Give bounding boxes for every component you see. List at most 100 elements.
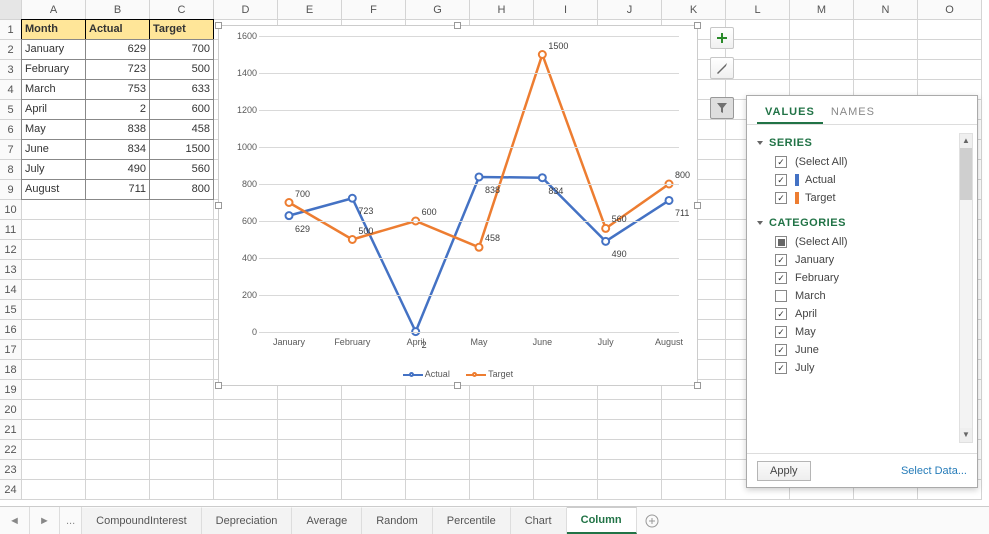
cell[interactable] bbox=[790, 40, 854, 60]
cell[interactable]: Actual bbox=[85, 19, 150, 40]
cell[interactable] bbox=[726, 60, 790, 80]
resize-handle[interactable] bbox=[215, 202, 222, 209]
cell[interactable] bbox=[150, 480, 214, 500]
row-header[interactable]: 22 bbox=[0, 440, 22, 460]
cell[interactable] bbox=[150, 240, 214, 260]
cell[interactable] bbox=[278, 420, 342, 440]
series-item[interactable]: Target bbox=[755, 189, 977, 207]
cell[interactable] bbox=[150, 260, 214, 280]
cell[interactable] bbox=[86, 320, 150, 340]
scroll-down[interactable]: ▼ bbox=[960, 428, 972, 442]
cell[interactable] bbox=[150, 380, 214, 400]
chart-elements-button[interactable] bbox=[710, 27, 734, 49]
cell[interactable] bbox=[214, 400, 278, 420]
cell[interactable] bbox=[86, 340, 150, 360]
categories-section-title[interactable]: CATEGORIES bbox=[755, 213, 977, 233]
sheet-nav-next[interactable]: ► bbox=[30, 507, 60, 534]
column-header[interactable]: N bbox=[854, 0, 918, 20]
cell[interactable] bbox=[726, 40, 790, 60]
cell[interactable] bbox=[22, 380, 86, 400]
column-header[interactable]: H bbox=[470, 0, 534, 20]
series-select-all[interactable]: (Select All) bbox=[755, 153, 977, 171]
row-header[interactable]: 12 bbox=[0, 240, 22, 260]
row-header[interactable]: 3 bbox=[0, 60, 22, 80]
cell[interactable] bbox=[918, 20, 982, 40]
cell[interactable] bbox=[22, 480, 86, 500]
cell[interactable] bbox=[470, 480, 534, 500]
chart-styles-button[interactable] bbox=[710, 57, 734, 79]
add-sheet-button[interactable] bbox=[637, 507, 667, 534]
column-header[interactable]: O bbox=[918, 0, 982, 20]
resize-handle[interactable] bbox=[694, 202, 701, 209]
category-item[interactable]: June bbox=[755, 341, 977, 359]
sheet-tab[interactable]: Percentile bbox=[433, 507, 511, 534]
cell[interactable]: 800 bbox=[149, 179, 214, 200]
row-header[interactable]: 9 bbox=[0, 180, 22, 200]
cell[interactable]: 753 bbox=[85, 79, 150, 100]
cell[interactable]: Month bbox=[21, 19, 86, 40]
cell[interactable]: August bbox=[21, 179, 86, 200]
cell[interactable] bbox=[150, 360, 214, 380]
row-header[interactable]: 17 bbox=[0, 340, 22, 360]
category-item[interactable]: July bbox=[755, 359, 977, 377]
column-header[interactable]: M bbox=[790, 0, 854, 20]
column-header[interactable]: C bbox=[150, 0, 214, 20]
cell[interactable]: Target bbox=[149, 19, 214, 40]
tab-values[interactable]: VALUES bbox=[757, 102, 823, 124]
row-header[interactable]: 15 bbox=[0, 300, 22, 320]
cell[interactable] bbox=[86, 220, 150, 240]
cell[interactable] bbox=[22, 240, 86, 260]
cell[interactable] bbox=[214, 460, 278, 480]
row-header[interactable]: 18 bbox=[0, 360, 22, 380]
cell[interactable] bbox=[918, 60, 982, 80]
row-header[interactable]: 7 bbox=[0, 140, 22, 160]
column-header[interactable]: F bbox=[342, 0, 406, 20]
cell[interactable] bbox=[534, 400, 598, 420]
cell[interactable] bbox=[342, 400, 406, 420]
category-item[interactable]: (Select All) bbox=[755, 233, 977, 251]
cell[interactable] bbox=[854, 40, 918, 60]
resize-handle[interactable] bbox=[215, 22, 222, 29]
cell[interactable] bbox=[662, 420, 726, 440]
cell[interactable] bbox=[342, 440, 406, 460]
cell[interactable]: 711 bbox=[85, 179, 150, 200]
cell[interactable] bbox=[86, 480, 150, 500]
scroll-thumb[interactable] bbox=[960, 148, 972, 200]
cell[interactable]: 838 bbox=[85, 119, 150, 140]
row-header[interactable]: 13 bbox=[0, 260, 22, 280]
scrollbar[interactable]: ▲ ▼ bbox=[959, 133, 973, 443]
sheet-tab[interactable]: Depreciation bbox=[202, 507, 293, 534]
cell[interactable] bbox=[22, 400, 86, 420]
cell[interactable]: 723 bbox=[85, 59, 150, 80]
column-header[interactable]: D bbox=[214, 0, 278, 20]
resize-handle[interactable] bbox=[454, 382, 461, 389]
cell[interactable] bbox=[86, 460, 150, 480]
cell[interactable] bbox=[22, 220, 86, 240]
column-header[interactable]: K bbox=[662, 0, 726, 20]
cell[interactable] bbox=[918, 40, 982, 60]
cell[interactable] bbox=[278, 440, 342, 460]
row-header[interactable]: 11 bbox=[0, 220, 22, 240]
cell[interactable]: July bbox=[21, 159, 86, 180]
row-header[interactable]: 19 bbox=[0, 380, 22, 400]
cell[interactable] bbox=[150, 400, 214, 420]
cell[interactable] bbox=[662, 400, 726, 420]
cell[interactable] bbox=[22, 460, 86, 480]
column-header[interactable]: A bbox=[22, 0, 86, 20]
cell[interactable] bbox=[406, 480, 470, 500]
row-header[interactable]: 5 bbox=[0, 100, 22, 120]
cell[interactable] bbox=[278, 460, 342, 480]
cell[interactable] bbox=[22, 360, 86, 380]
category-item[interactable]: May bbox=[755, 323, 977, 341]
series-section-title[interactable]: SERIES bbox=[755, 133, 977, 153]
legend-item[interactable]: Actual bbox=[403, 369, 450, 379]
cell[interactable] bbox=[86, 280, 150, 300]
cell[interactable] bbox=[854, 60, 918, 80]
cell[interactable] bbox=[150, 440, 214, 460]
embedded-chart[interactable]: 02004006008001000120014001600 6297232838… bbox=[218, 25, 698, 386]
column-header[interactable]: L bbox=[726, 0, 790, 20]
sheet-overflow[interactable]: ... bbox=[60, 507, 82, 534]
row-header[interactable]: 8 bbox=[0, 160, 22, 180]
resize-handle[interactable] bbox=[694, 382, 701, 389]
cell[interactable]: 2 bbox=[85, 99, 150, 120]
